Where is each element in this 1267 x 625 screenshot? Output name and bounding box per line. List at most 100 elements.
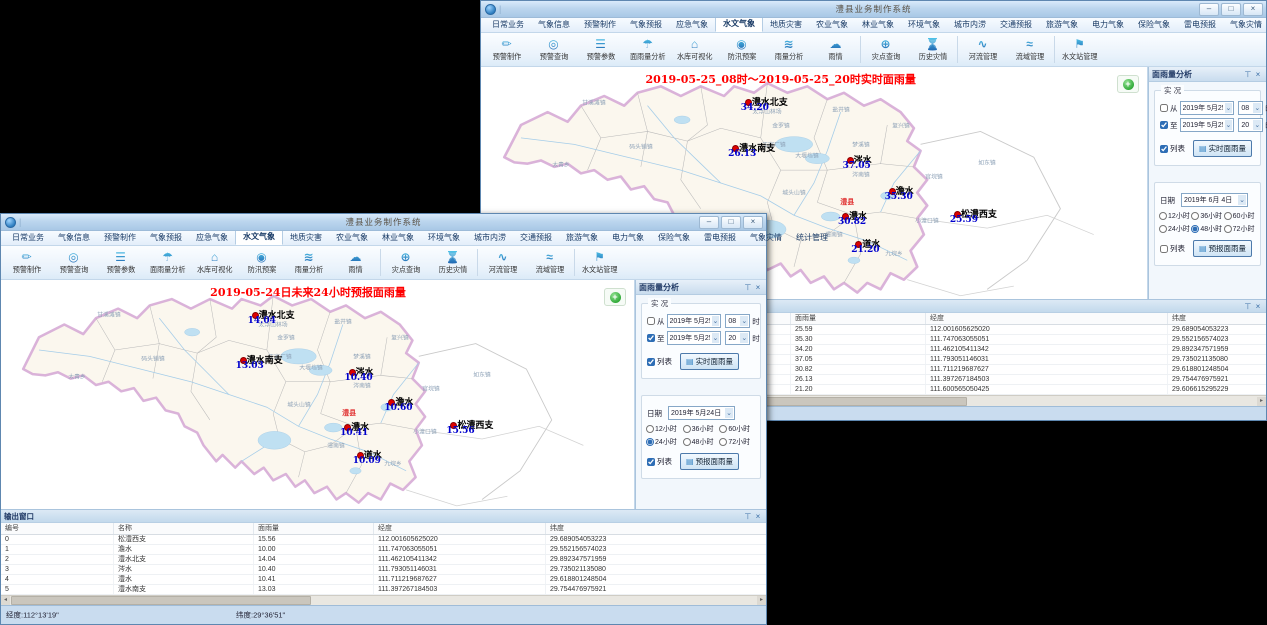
toolbar-button[interactable]: ⊕灾点查询 bbox=[382, 246, 429, 279]
add-layer-button[interactable]: + bbox=[1117, 75, 1139, 93]
duration-radio[interactable] bbox=[1191, 212, 1199, 220]
menu-tab[interactable]: 电力气象 bbox=[1085, 18, 1131, 32]
toolbar-button[interactable]: ⚑水文站管理 bbox=[1056, 33, 1103, 66]
duration-radio-option[interactable]: 72小时 bbox=[1224, 224, 1256, 234]
menu-tab[interactable]: 城市内涝 bbox=[467, 231, 513, 245]
menu-tab[interactable]: 预警制作 bbox=[97, 231, 143, 245]
duration-radio-option[interactable]: 60小时 bbox=[1224, 211, 1256, 221]
toolbar-button[interactable]: ☁雨情 bbox=[812, 33, 859, 66]
menu-tab[interactable]: 保险气象 bbox=[1131, 18, 1177, 32]
menu-tab[interactable]: 旅游气象 bbox=[559, 231, 605, 245]
column-header[interactable]: 经度 bbox=[926, 313, 1168, 324]
table-row[interactable]: 3涔水10.40111.79305114603129.735021135080 bbox=[1, 565, 766, 575]
menu-tab[interactable]: 电力气象 bbox=[605, 231, 651, 245]
maximize-button[interactable]: □ bbox=[1221, 3, 1241, 16]
duration-radio-option[interactable]: 12小时 bbox=[1159, 211, 1191, 221]
toolbar-button[interactable]: ⌂水库可视化 bbox=[671, 33, 718, 66]
close-icon[interactable]: × bbox=[753, 283, 763, 292]
duration-radio-option[interactable]: 48小时 bbox=[683, 437, 720, 447]
table-row[interactable]: 0松澧西支15.56112.00160562502029.68905405322… bbox=[1, 535, 766, 545]
toolbar-button[interactable]: ◎预警查询 bbox=[50, 246, 97, 279]
live-list-checkbox[interactable] bbox=[1160, 145, 1168, 153]
live-to-date-select[interactable]: 2019年 5月25日⌄ bbox=[667, 331, 722, 345]
live-from-date-select[interactable]: 2019年 5月25日⌄ bbox=[667, 314, 722, 328]
toolbar-button[interactable]: ⌂水库可视化 bbox=[191, 246, 238, 279]
forecast-list-checkbox[interactable] bbox=[647, 458, 655, 466]
scroll-right-arrow[interactable]: ▸ bbox=[1257, 397, 1266, 406]
menu-tab[interactable]: 应急气象 bbox=[669, 18, 715, 32]
minimize-button[interactable]: – bbox=[699, 216, 719, 229]
menu-tab[interactable]: 气象预报 bbox=[623, 18, 669, 32]
toolbar-button[interactable]: ∿河流管理 bbox=[479, 246, 526, 279]
toolbar-button[interactable]: ⊕灾点查询 bbox=[862, 33, 909, 66]
duration-radio[interactable] bbox=[646, 438, 654, 446]
duration-radio-option[interactable]: 12小时 bbox=[646, 424, 683, 434]
close-button[interactable]: × bbox=[1243, 3, 1263, 16]
toolbar-button[interactable]: ☰预警参数 bbox=[577, 33, 624, 66]
duration-radio[interactable] bbox=[683, 438, 691, 446]
toolbar-button[interactable]: ⚑水文站管理 bbox=[576, 246, 623, 279]
menu-tab[interactable]: 日常业务 bbox=[5, 231, 51, 245]
close-icon[interactable]: × bbox=[753, 512, 763, 521]
scrollbar-thumb[interactable] bbox=[11, 596, 311, 605]
menu-tab[interactable]: 农业气象 bbox=[329, 231, 375, 245]
duration-radio[interactable] bbox=[1224, 212, 1232, 220]
menu-tab[interactable]: 环境气象 bbox=[901, 18, 947, 32]
live-list-checkbox[interactable] bbox=[647, 358, 655, 366]
menu-tab[interactable]: 交通预报 bbox=[513, 231, 559, 245]
duration-radio-option[interactable]: 24小时 bbox=[1159, 224, 1191, 234]
menu-tab[interactable]: 交通预报 bbox=[993, 18, 1039, 32]
menu-tab[interactable]: 雷电预报 bbox=[1177, 18, 1223, 32]
forecast-rainfall-button[interactable]: ▤预报面雨量 bbox=[680, 453, 739, 470]
close-button[interactable]: × bbox=[743, 216, 763, 229]
toolbar-button[interactable]: ☂面雨量分析 bbox=[144, 246, 191, 279]
toolbar-button[interactable]: ☂面雨量分析 bbox=[624, 33, 671, 66]
live-rainfall-button[interactable]: ▤实时面雨量 bbox=[680, 353, 739, 370]
forecast-rainfall-button[interactable]: ▤预报面雨量 bbox=[1193, 240, 1252, 257]
live-to-hour-select[interactable]: 20⌄ bbox=[725, 331, 750, 345]
toolbar-button[interactable]: ◉防汛预案 bbox=[238, 246, 285, 279]
forecast-list-checkbox[interactable] bbox=[1160, 245, 1168, 253]
table-row[interactable]: 2澧水北支14.04111.46210541134229.89234757195… bbox=[1, 555, 766, 565]
menu-tab[interactable]: 保险气象 bbox=[651, 231, 697, 245]
duration-radio[interactable] bbox=[1224, 225, 1232, 233]
menu-tab[interactable]: 环境气象 bbox=[421, 231, 467, 245]
menu-tab[interactable]: 农业气象 bbox=[809, 18, 855, 32]
live-to-hour-select[interactable]: 20⌄ bbox=[1238, 118, 1263, 132]
pin-icon[interactable]: ⊤ bbox=[1243, 70, 1253, 79]
column-header[interactable]: 面雨量 bbox=[791, 313, 926, 324]
live-to-date-select[interactable]: 2019年 5月25日⌄ bbox=[1180, 118, 1235, 132]
column-header[interactable]: 编号 bbox=[1, 523, 114, 534]
duration-radio[interactable] bbox=[646, 425, 654, 433]
toolbar-button[interactable]: ⌛历史灾情 bbox=[909, 33, 956, 66]
live-to-checkbox[interactable] bbox=[1160, 121, 1168, 129]
toolbar-button[interactable]: ◎预警查询 bbox=[530, 33, 577, 66]
menu-tab-active[interactable]: 水文气象 bbox=[235, 229, 283, 245]
duration-radio[interactable] bbox=[1159, 225, 1167, 233]
maximize-button[interactable]: □ bbox=[721, 216, 741, 229]
menu-tab[interactable]: 城市内涝 bbox=[947, 18, 993, 32]
menu-tab[interactable]: 预警制作 bbox=[577, 18, 623, 32]
live-from-date-select[interactable]: 2019年 5月25日⌄ bbox=[1180, 101, 1235, 115]
live-from-checkbox[interactable] bbox=[1160, 104, 1168, 112]
live-rainfall-button[interactable]: ▤实时面雨量 bbox=[1193, 140, 1252, 157]
table-row[interactable]: 5澧水南支13.03111.39726718450329.75447697592… bbox=[1, 585, 766, 595]
toolbar-button[interactable]: ≈流域管理 bbox=[526, 246, 573, 279]
duration-radio[interactable] bbox=[1159, 212, 1167, 220]
menu-tab[interactable]: 应急气象 bbox=[189, 231, 235, 245]
menu-tab[interactable]: 气象信息 bbox=[531, 18, 577, 32]
column-header[interactable]: 纬度 bbox=[1168, 313, 1266, 324]
live-from-hour-select[interactable]: 08⌄ bbox=[1238, 101, 1263, 115]
close-icon[interactable]: × bbox=[1253, 70, 1263, 79]
menu-tab[interactable]: 地质灾害 bbox=[283, 231, 329, 245]
pin-icon[interactable]: ⊤ bbox=[1243, 302, 1253, 311]
toolbar-button[interactable]: ∿河流管理 bbox=[959, 33, 1006, 66]
menu-tab[interactable]: 日常业务 bbox=[485, 18, 531, 32]
column-header[interactable]: 名称 bbox=[114, 523, 254, 534]
menu-tab[interactable]: 气象灾情 bbox=[1223, 18, 1267, 32]
pin-icon[interactable]: ⊤ bbox=[743, 283, 753, 292]
close-icon[interactable]: × bbox=[1253, 302, 1263, 311]
live-to-checkbox[interactable] bbox=[647, 334, 655, 342]
toolbar-button[interactable]: ≋雨量分析 bbox=[765, 33, 812, 66]
menu-tab[interactable]: 旅游气象 bbox=[1039, 18, 1085, 32]
